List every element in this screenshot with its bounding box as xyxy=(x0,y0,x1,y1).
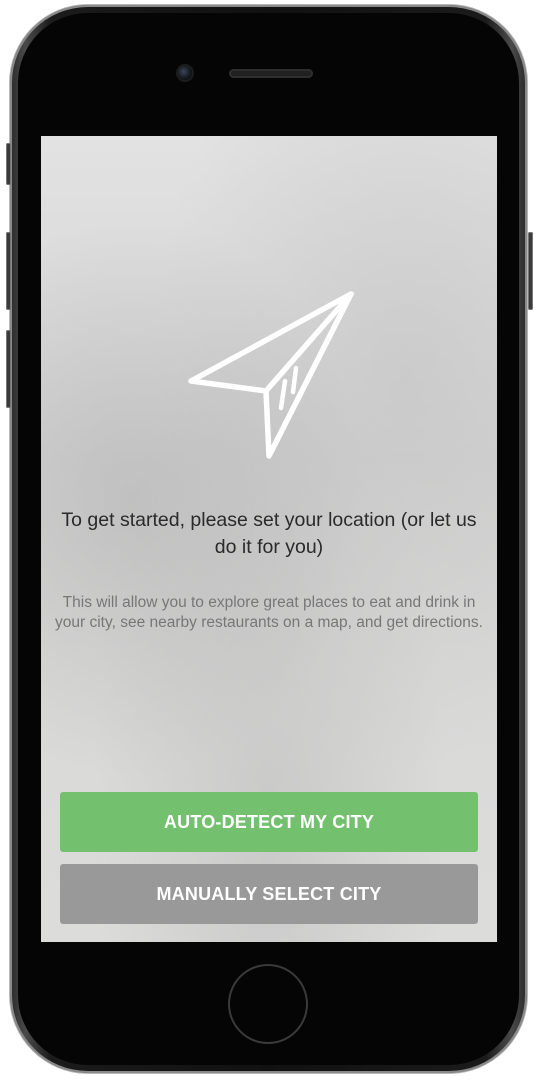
power-button xyxy=(528,232,533,310)
auto-detect-city-button[interactable]: AUTO-DETECT MY CITY xyxy=(60,792,478,852)
volume-up-button xyxy=(6,232,11,310)
page-title: To get started, please set your location… xyxy=(61,509,477,558)
earpiece-speaker xyxy=(229,69,313,78)
location-onboarding-screen: To get started, please set your location… xyxy=(41,136,497,942)
volume-down-button xyxy=(6,330,11,408)
front-camera xyxy=(178,66,192,80)
page-description: This will allow you to explore great pla… xyxy=(55,594,483,631)
manually-select-city-button[interactable]: MANUALLY SELECT CITY xyxy=(60,864,478,924)
home-button[interactable] xyxy=(230,966,306,1042)
location-arrow-icon xyxy=(188,291,354,459)
mute-switch xyxy=(6,143,11,185)
